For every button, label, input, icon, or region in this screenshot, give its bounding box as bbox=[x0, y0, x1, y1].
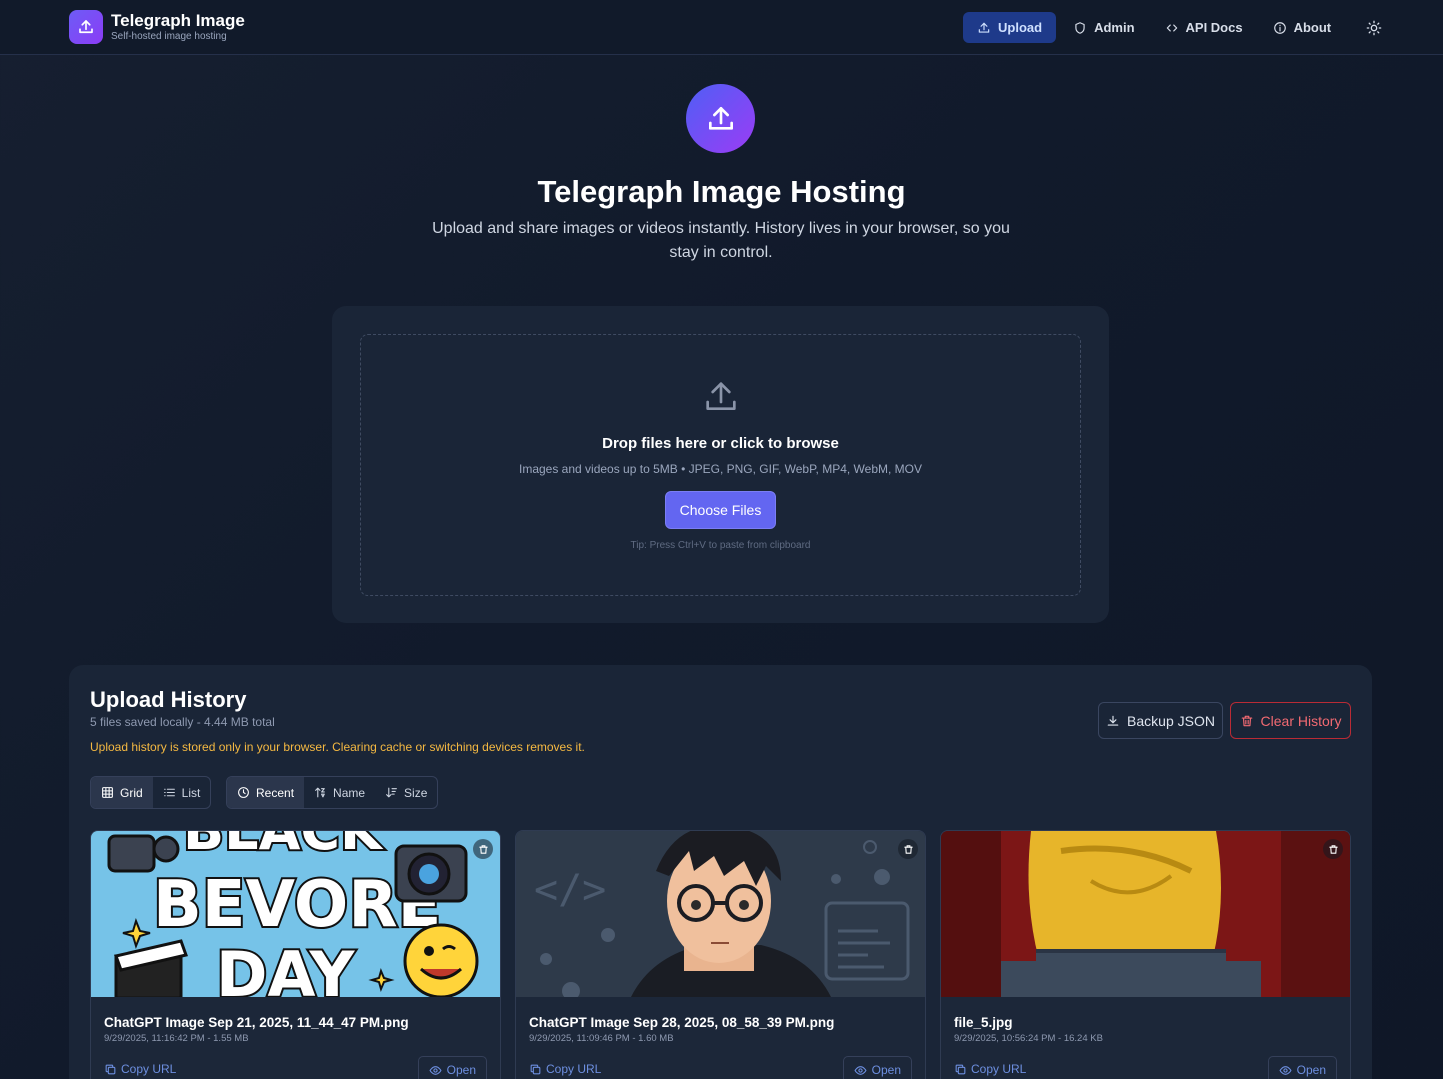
history-card: file_5.jpg 9/29/2025, 10:56:24 PM - 16.2… bbox=[940, 830, 1351, 1079]
view-toggle: Grid List bbox=[90, 776, 212, 809]
view-list-button[interactable]: List bbox=[153, 777, 211, 808]
list-icon bbox=[163, 788, 175, 797]
file-name: file_5.jpg bbox=[954, 1015, 1013, 1030]
copy-url-button[interactable]: Copy URL bbox=[954, 1062, 1026, 1076]
open-label: Open bbox=[871, 1063, 901, 1077]
sort-size-label: Size bbox=[404, 785, 428, 800]
copy-url-label: Copy URL bbox=[121, 1062, 177, 1076]
file-name: ChatGPT Image Sep 28, 2025, 08_58_39 PM.… bbox=[529, 1015, 835, 1030]
trash-icon bbox=[1328, 844, 1338, 854]
page-subtitle: Upload and share images or videos instan… bbox=[432, 220, 1010, 261]
eye-icon bbox=[1279, 1065, 1292, 1075]
theme-toggle-button[interactable] bbox=[1358, 12, 1389, 43]
trash-icon bbox=[903, 844, 913, 854]
paste-tip: Tip: Press Ctrl+V to paste from clipboar… bbox=[630, 540, 811, 551]
history-meta: 5 files saved locally - 4.44 MB total bbox=[90, 715, 275, 729]
brand[interactable]: Telegraph Image Self-hosted image hostin… bbox=[69, 10, 245, 44]
sort-name-label: Name bbox=[333, 785, 366, 800]
delete-item-button[interactable] bbox=[898, 839, 918, 859]
svg-text:</>: </> bbox=[534, 867, 606, 913]
nav-about[interactable]: About bbox=[1260, 12, 1345, 43]
nav-upload[interactable]: Upload bbox=[963, 12, 1057, 43]
sort-desc-icon bbox=[386, 787, 397, 798]
file-meta: 9/29/2025, 11:16:42 PM - 1.55 MB bbox=[104, 1033, 249, 1044]
upload-card: Drop files here or click to browse Image… bbox=[332, 306, 1109, 623]
top-navbar: Telegraph Image Self-hosted image hostin… bbox=[0, 0, 1443, 55]
open-button[interactable]: Open bbox=[842, 1056, 912, 1079]
backup-json-button[interactable]: Backup JSON bbox=[1098, 702, 1223, 739]
open-button[interactable]: Open bbox=[1267, 1056, 1337, 1079]
copy-url-label: Copy URL bbox=[971, 1062, 1027, 1076]
image-thumbnail[interactable]: BLACK BEVORE DAY bbox=[91, 831, 500, 997]
delete-item-button[interactable] bbox=[1323, 839, 1343, 859]
view-grid-label: Grid bbox=[120, 785, 143, 800]
choose-files-button[interactable]: Choose Files bbox=[665, 491, 776, 529]
file-meta: 9/29/2025, 10:56:24 PM - 16.24 KB bbox=[954, 1033, 1103, 1044]
main-nav: Upload Admin API Docs About bbox=[963, 12, 1389, 43]
dropzone-title: Drop files here or click to browse bbox=[602, 435, 839, 452]
file-meta: 9/29/2025, 11:09:46 PM - 1.60 MB bbox=[529, 1033, 674, 1044]
sort-recent-label: Recent bbox=[256, 785, 295, 800]
clear-history-button[interactable]: Clear History bbox=[1230, 702, 1351, 739]
info-icon bbox=[1273, 21, 1286, 34]
copy-icon bbox=[955, 1064, 966, 1074]
open-button[interactable]: Open bbox=[417, 1056, 487, 1079]
clear-history-label: Clear History bbox=[1260, 712, 1342, 729]
history-card: </> ChatGPT Image Sep 28, 2025, 08_58_39… bbox=[515, 830, 926, 1079]
backup-json-label: Backup JSON bbox=[1127, 712, 1215, 729]
trash-icon bbox=[1241, 715, 1252, 726]
brand-subtitle: Self-hosted image hosting bbox=[111, 31, 227, 42]
history-card: BLACK BEVORE DAY ChatGPT Ima bbox=[90, 830, 501, 1079]
sort-recent-button[interactable]: Recent bbox=[227, 777, 305, 808]
nav-admin[interactable]: Admin bbox=[1060, 12, 1147, 43]
upload-icon bbox=[978, 22, 990, 33]
nav-admin-label: Admin bbox=[1094, 20, 1135, 35]
grid-icon bbox=[102, 787, 113, 798]
dropzone[interactable]: Drop files here or click to browse Image… bbox=[360, 334, 1081, 596]
history-warning: Upload history is stored only in your br… bbox=[90, 740, 585, 754]
delete-item-button[interactable] bbox=[473, 839, 493, 859]
copy-icon bbox=[530, 1064, 541, 1074]
copy-url-button[interactable]: Copy URL bbox=[529, 1062, 601, 1076]
copy-url-button[interactable]: Copy URL bbox=[104, 1062, 176, 1076]
dropzone-description: Images and videos up to 5MB • JPEG, PNG,… bbox=[518, 462, 923, 476]
svg-text:BLACK: BLACK bbox=[183, 831, 384, 862]
sort-name-button[interactable]: Name bbox=[304, 777, 375, 808]
trash-icon bbox=[478, 844, 488, 854]
image-thumbnail[interactable] bbox=[941, 831, 1350, 997]
nav-upload-label: Upload bbox=[998, 20, 1043, 35]
page-title: Telegraph Image Hosting bbox=[537, 174, 906, 209]
hero-upload-icon bbox=[686, 84, 755, 153]
brand-title: Telegraph Image bbox=[111, 11, 245, 30]
download-icon bbox=[1107, 715, 1119, 726]
shield-icon bbox=[1075, 21, 1085, 34]
upload-icon bbox=[701, 377, 741, 422]
sort-size-button[interactable]: Size bbox=[375, 777, 437, 808]
view-list-label: List bbox=[181, 785, 201, 800]
eye-icon bbox=[854, 1065, 867, 1075]
upload-history-section: Upload History 5 files saved locally - 4… bbox=[69, 665, 1372, 1079]
sun-icon bbox=[1366, 20, 1381, 35]
code-icon bbox=[1166, 24, 1177, 31]
nav-api-docs[interactable]: API Docs bbox=[1152, 12, 1256, 43]
copy-url-label: Copy URL bbox=[546, 1062, 602, 1076]
open-label: Open bbox=[446, 1063, 476, 1077]
image-thumbnail[interactable]: </> bbox=[516, 831, 925, 997]
copy-icon bbox=[105, 1064, 116, 1074]
nav-about-label: About bbox=[1293, 20, 1332, 35]
open-label: Open bbox=[1296, 1063, 1326, 1077]
sort-toggle: Recent Name Size bbox=[226, 776, 439, 809]
svg-text:DAY: DAY bbox=[216, 938, 356, 997]
view-grid-button[interactable]: Grid bbox=[91, 777, 153, 808]
upload-icon bbox=[69, 10, 103, 44]
clock-icon bbox=[238, 787, 249, 798]
history-title: Upload History bbox=[90, 687, 247, 712]
eye-icon bbox=[429, 1065, 442, 1075]
nav-api-docs-label: API Docs bbox=[1185, 20, 1243, 35]
sort-alpha-icon bbox=[315, 787, 325, 798]
file-name: ChatGPT Image Sep 21, 2025, 11_44_47 PM.… bbox=[104, 1015, 409, 1030]
